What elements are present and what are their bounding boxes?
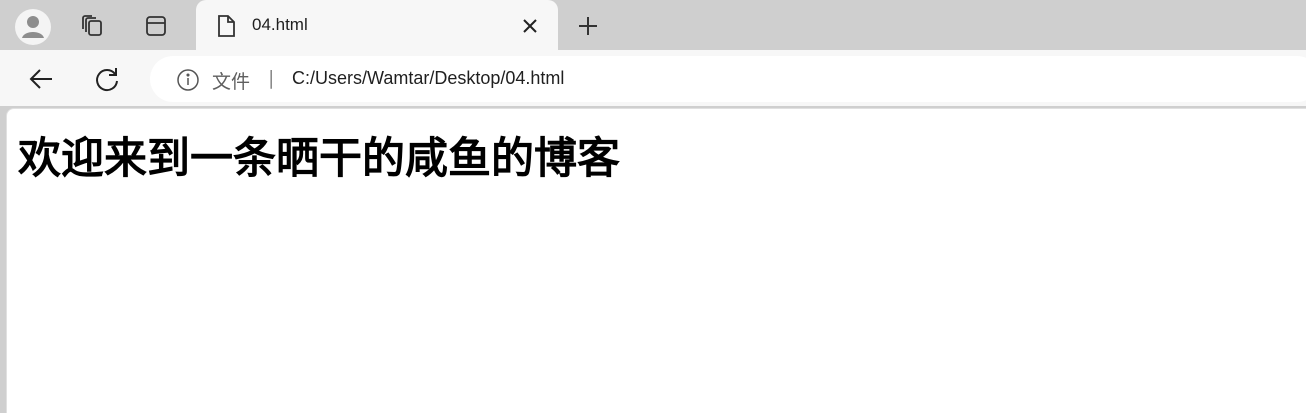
file-icon <box>218 15 235 37</box>
page-viewport: 欢迎来到一条晒干的咸鱼的博客 <box>6 108 1306 413</box>
navigation-toolbar: 文件 | C:/Users/Wamtar/Desktop/04.html <box>0 50 1306 106</box>
active-tab[interactable]: 04.html <box>196 0 558 52</box>
scheme-label: 文件 <box>212 71 251 93</box>
tab-strip: 04.html <box>0 0 1306 52</box>
workspaces-button[interactable] <box>75 8 111 44</box>
page-heading: 欢迎来到一条晒干的咸鱼的博客 <box>18 134 620 184</box>
reload-icon <box>96 68 118 92</box>
tab-title: 04.html <box>252 15 308 34</box>
plus-icon <box>579 17 597 35</box>
workspaces-icon <box>82 15 102 36</box>
vertical-tabs-icon <box>146 16 166 36</box>
info-icon[interactable] <box>176 68 200 92</box>
profile-avatar-icon <box>15 9 51 45</box>
arrow-left-icon <box>29 69 52 89</box>
url-text[interactable]: C:/Users/Wamtar/Desktop/04.html <box>292 68 564 89</box>
back-button[interactable] <box>24 62 58 96</box>
new-tab-button[interactable] <box>570 8 606 44</box>
reload-button[interactable] <box>90 62 124 96</box>
address-bar[interactable]: 文件 | C:/Users/Wamtar/Desktop/04.html <box>150 56 1306 102</box>
address-separator: | <box>268 67 275 89</box>
close-icon[interactable] <box>518 14 542 38</box>
profile-button[interactable] <box>14 8 52 46</box>
vertical-tabs-button[interactable] <box>138 8 174 44</box>
